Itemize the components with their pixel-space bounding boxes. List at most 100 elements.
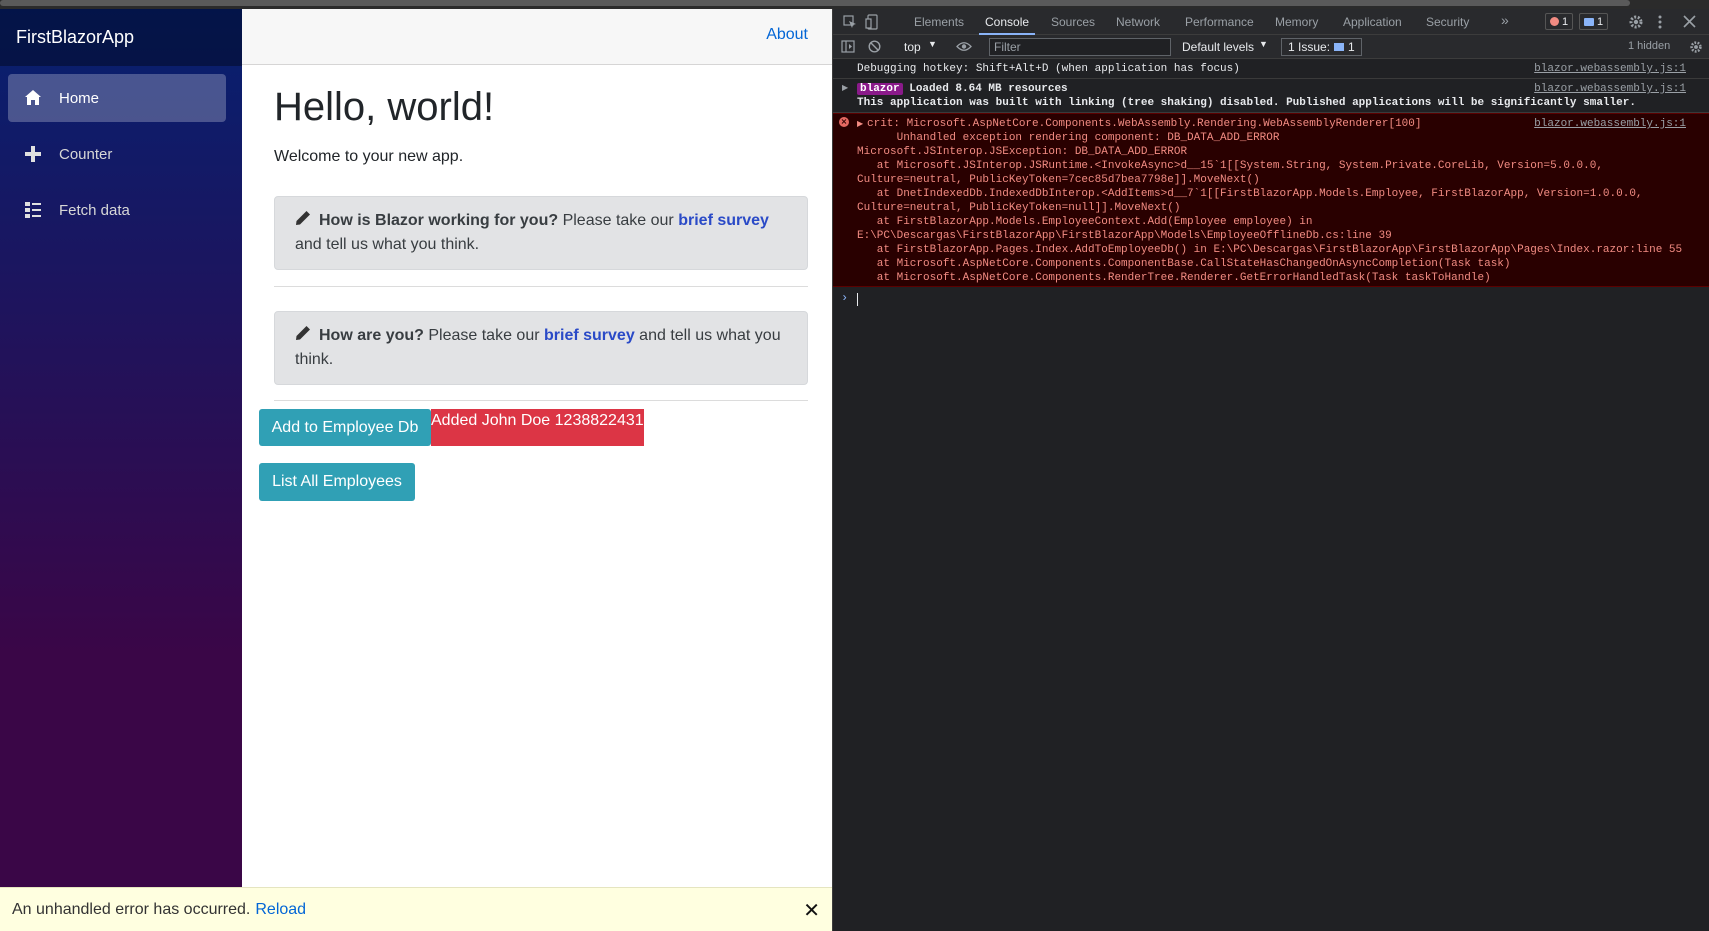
error-line: at DnetIndexedDb.IndexedDbInterop.<AddIt…: [857, 188, 1643, 200]
message-text: Debugging hotkey: Shift+Alt+D (when appl…: [857, 63, 1240, 75]
console-filter-input[interactable]: [989, 38, 1171, 56]
divider: [274, 286, 808, 287]
error-line: E:\PC\Descargas\FirstBlazorApp\FirstBlaz…: [857, 230, 1392, 242]
pencil-icon: [296, 211, 310, 225]
list-all-employees-button[interactable]: List All Employees: [259, 463, 415, 501]
tab-memory[interactable]: Memory: [1275, 15, 1318, 29]
error-count-badge[interactable]: 1: [1545, 13, 1574, 30]
survey-prompt-2: How are you? Please take our brief surve…: [274, 311, 808, 385]
list-icon: [25, 202, 41, 218]
chevron-down-icon: ▼: [928, 39, 937, 49]
pencil-icon: [296, 326, 310, 340]
message-count-badge[interactable]: 1: [1579, 13, 1609, 30]
devtools-panel: Elements Console Sources Network Perform…: [832, 9, 1709, 931]
console-settings-gear-icon[interactable]: [1689, 40, 1703, 54]
top-row: About: [242, 9, 832, 65]
console-error-message: × ▶ blazor.webassembly.js:1 crit: Micros…: [833, 113, 1709, 287]
message-icon: [1584, 17, 1594, 26]
brand-bar: FirstBlazorApp: [0, 9, 242, 66]
tab-console[interactable]: Console: [985, 15, 1029, 29]
error-count: 1: [1562, 15, 1569, 28]
survey-pre: Please take our: [428, 327, 540, 344]
nav-item-label: Home: [59, 89, 100, 107]
error-line: at Microsoft.AspNetCore.Components.Compo…: [857, 258, 1511, 270]
brief-survey-link[interactable]: brief survey: [544, 327, 635, 344]
tab-sources[interactable]: Sources: [1051, 15, 1095, 29]
nav-item-counter[interactable]: Counter: [8, 130, 226, 178]
issues-label: 1 Issue:: [1288, 40, 1331, 54]
window-top-strip: [0, 0, 1709, 9]
context-selector[interactable]: top: [904, 40, 921, 54]
expand-arrow-icon[interactable]: ▶: [842, 82, 848, 96]
inspect-element-icon[interactable]: [843, 15, 857, 29]
reload-link[interactable]: Reload: [255, 901, 306, 919]
clear-console-icon[interactable]: [868, 40, 881, 53]
added-status-message: Added John Doe 1238822431: [431, 409, 644, 446]
top-scrollbar[interactable]: [0, 0, 1630, 6]
console-prompt-icon: ›: [841, 291, 849, 305]
message-text: This application was built with linking …: [857, 97, 1636, 109]
error-line: Culture=neutral, PublicKeyToken=7cec85d7…: [857, 174, 1260, 186]
message-count: 1: [1597, 15, 1604, 28]
nav-item-label: Fetch data: [59, 201, 130, 219]
home-icon: [25, 90, 41, 105]
issues-count: 1: [1348, 40, 1355, 54]
nav-item-label: Counter: [59, 145, 113, 163]
error-line: at Microsoft.JSInterop.JSRuntime.<Invoke…: [857, 160, 1603, 172]
devtools-tab-bar: Elements Console Sources Network Perform…: [833, 9, 1709, 35]
source-link[interactable]: blazor.webassembly.js:1: [1534, 62, 1686, 76]
expand-arrow-icon[interactable]: ▶: [857, 118, 863, 132]
survey-prompt-1: How is Blazor working for you? Please ta…: [274, 196, 808, 270]
welcome-text: Welcome to your new app.: [274, 148, 464, 165]
error-line: Culture=neutral, PublicKeyToken=null]].M…: [857, 202, 1181, 214]
log-levels-dropdown[interactable]: Default levels: [1182, 40, 1254, 54]
about-link[interactable]: About: [766, 26, 808, 44]
tab-performance[interactable]: Performance: [1185, 15, 1254, 29]
survey-post: and tell us what you think.: [295, 236, 480, 253]
survey-pre: Please take our: [562, 212, 674, 229]
plus-icon: [25, 146, 41, 162]
page-title: Hello, world!: [274, 85, 495, 129]
tab-network[interactable]: Network: [1116, 15, 1160, 29]
error-line: Microsoft.JSInterop.JSException: DB_DATA…: [857, 146, 1188, 158]
console-input-caret[interactable]: [857, 293, 858, 306]
settings-gear-icon[interactable]: [1628, 14, 1644, 30]
console-message: ▶ blazor Loaded 8.64 MB resources blazor…: [833, 79, 1709, 113]
sidebar: FirstBlazorApp Home Counter Fetch data: [0, 9, 242, 931]
kebab-menu-icon[interactable]: [1657, 14, 1663, 30]
hidden-count: 1 hidden: [1628, 40, 1671, 52]
nav-item-fetch-data[interactable]: Fetch data: [8, 186, 226, 234]
survey-question: How is Blazor working for you?: [319, 212, 559, 229]
error-line: Unhandled exception rendering component:…: [857, 132, 1280, 144]
chevron-down-icon: ▼: [1259, 39, 1268, 49]
error-line: at FirstBlazorApp.Models.EmployeeContext…: [857, 216, 1313, 228]
source-link[interactable]: blazor.webassembly.js:1: [1534, 117, 1686, 131]
error-icon: ×: [839, 117, 849, 127]
brand-link[interactable]: FirstBlazorApp: [16, 27, 134, 48]
blazor-tag: blazor: [857, 83, 903, 95]
console-message: Debugging hotkey: Shift+Alt+D (when appl…: [833, 59, 1709, 79]
error-message: An unhandled error has occurred.: [12, 900, 251, 918]
console-toolbar: top ▼ Default levels ▼ 1 Issue: 1 1 hidd…: [833, 35, 1709, 59]
eye-icon[interactable]: [956, 41, 972, 52]
error-line: at FirstBlazorApp.Pages.Index.AddToEmplo…: [857, 244, 1683, 256]
tab-security[interactable]: Security: [1426, 15, 1469, 29]
tab-application[interactable]: Application: [1343, 15, 1402, 29]
source-link[interactable]: blazor.webassembly.js:1: [1534, 82, 1686, 96]
brief-survey-link[interactable]: brief survey: [678, 212, 769, 229]
blazor-error-ui: An unhandled error has occurred. Reload …: [0, 887, 832, 931]
error-line: at Microsoft.AspNetCore.Components.Rende…: [857, 272, 1491, 284]
issues-button[interactable]: 1 Issue: 1: [1281, 38, 1362, 56]
error-icon: [1550, 17, 1559, 26]
message-text: Loaded 8.64 MB resources: [909, 83, 1068, 95]
sidebar-toggle-icon[interactable]: [841, 40, 855, 53]
nav-item-home[interactable]: Home: [8, 74, 226, 122]
blazor-app: FirstBlazorApp Home Counter Fetch data A…: [0, 9, 832, 931]
close-devtools-icon[interactable]: [1683, 15, 1696, 28]
device-toolbar-icon[interactable]: [865, 14, 879, 30]
divider: [274, 400, 808, 401]
more-tabs-icon[interactable]: »: [1501, 12, 1509, 28]
tab-elements[interactable]: Elements: [914, 15, 964, 29]
add-to-employee-db-button[interactable]: Add to Employee Db: [259, 409, 431, 446]
close-icon[interactable]: ✕: [803, 898, 820, 923]
